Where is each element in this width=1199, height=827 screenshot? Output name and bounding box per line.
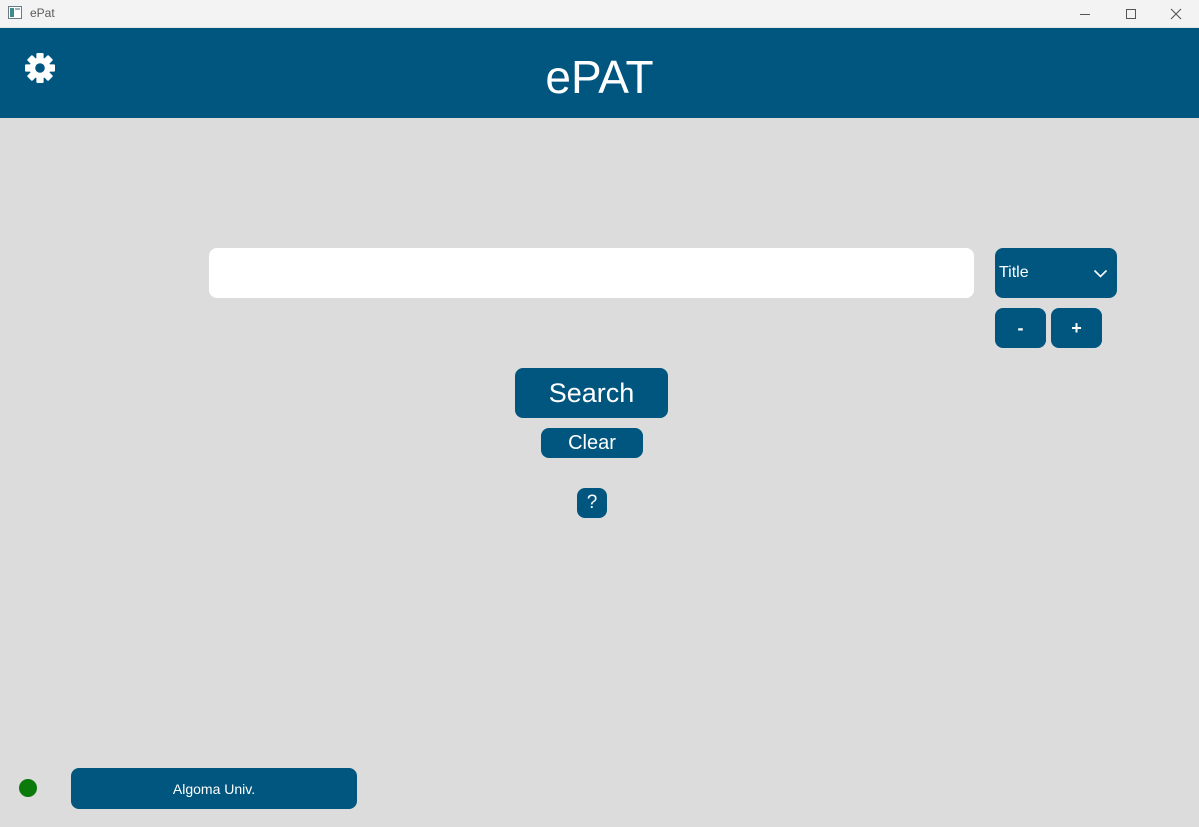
search-field-select[interactable]: Title	[995, 248, 1117, 298]
close-icon	[1170, 8, 1182, 20]
search-input[interactable]	[209, 248, 974, 298]
add-field-button[interactable]: +	[1051, 308, 1102, 348]
close-button[interactable]	[1153, 0, 1199, 28]
connection-status-indicator	[19, 779, 37, 797]
search-button[interactable]: Search	[515, 368, 668, 418]
chevron-down-icon	[1093, 269, 1108, 278]
remove-field-button[interactable]: -	[995, 308, 1046, 348]
clear-button[interactable]: Clear	[541, 428, 643, 458]
maximize-button[interactable]	[1108, 0, 1154, 28]
search-field-selected: Title	[999, 264, 1029, 281]
app-window-icon	[8, 6, 22, 19]
window-titlebar: ePat	[0, 0, 1199, 28]
app-title: ePAT	[545, 51, 654, 103]
app-header: ePAT	[0, 28, 1199, 118]
maximize-icon	[1126, 9, 1136, 19]
help-button[interactable]: ?	[577, 488, 607, 518]
minimize-icon	[1080, 13, 1090, 15]
server-button[interactable]: Algoma Univ.	[71, 768, 357, 809]
window-title: ePat	[30, 6, 55, 20]
minimize-button[interactable]	[1062, 0, 1108, 28]
